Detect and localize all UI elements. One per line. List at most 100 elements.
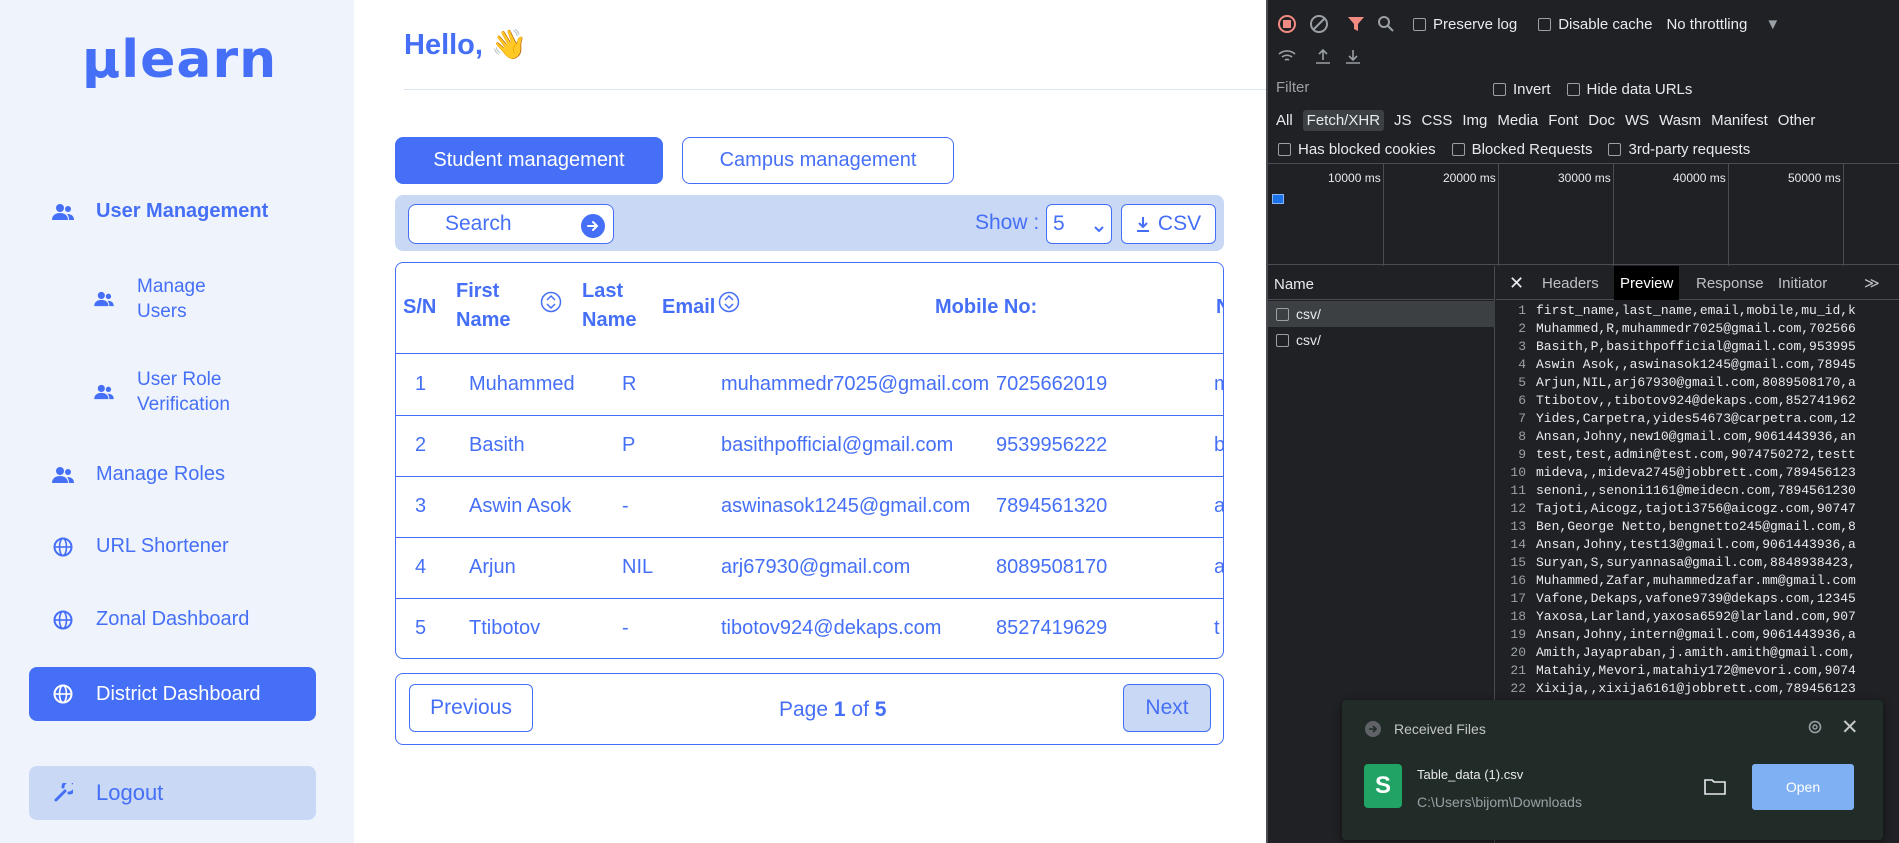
sidebar-item-label: User Role Verification xyxy=(137,369,230,415)
timeline-gridline xyxy=(1613,164,1614,266)
preview-line: 18 Yaxosa,Larland,yaxosa6592@larland.com,… xyxy=(1496,608,1899,626)
preview-line: 6 Ttibotov,,tibotov924@dekaps.com,8527419… xyxy=(1496,392,1899,410)
sidebar-item-url-shortener[interactable]: URL Shortener xyxy=(52,535,229,558)
type-filter-css[interactable]: CSS xyxy=(1422,112,1453,129)
line-text: Ansan,Johny,new10@gmail.com,9061443936,a… xyxy=(1536,429,1856,444)
tab-preview[interactable]: Preview xyxy=(1614,266,1680,300)
filter-icon[interactable] xyxy=(1347,15,1365,33)
preserve-log-checkbox[interactable] xyxy=(1413,17,1426,31)
logout-button[interactable]: Logout xyxy=(29,766,316,820)
csv-download-button[interactable]: CSV xyxy=(1121,204,1216,244)
table-row: 1 Muhammed R muhammedr7025@gmail.com 702… xyxy=(396,355,1223,416)
timeline-gridline xyxy=(1383,164,1384,266)
line-text: Matahiy,Mevori,matahiy172@mevori.com,907… xyxy=(1536,663,1856,678)
cell-email: arj67930@gmail.com xyxy=(721,556,911,578)
type-filter-font[interactable]: Font xyxy=(1548,112,1578,129)
more-tabs-icon[interactable]: ≫ xyxy=(1864,266,1880,300)
search-submit-icon[interactable] xyxy=(581,214,605,238)
table-row: 3 Aswin Asok - aswinasok1245@gmail.com 7… xyxy=(396,477,1223,538)
third-party-checkbox[interactable] xyxy=(1608,142,1622,156)
disable-cache-checkbox[interactable] xyxy=(1538,17,1552,31)
cell-truncated: a xyxy=(1214,556,1223,579)
close-icon[interactable]: ✕ xyxy=(1509,266,1524,300)
rows-per-page-select[interactable]: 5 xyxy=(1046,204,1112,244)
type-filter-img[interactable]: Img xyxy=(1462,112,1487,129)
cell-first-name: Muhammed xyxy=(469,373,575,395)
search-input[interactable] xyxy=(445,212,595,236)
current-page: 1 xyxy=(833,698,846,721)
type-filter-js[interactable]: JS xyxy=(1394,112,1412,129)
cell-truncated: t xyxy=(1214,617,1220,639)
upload-icon[interactable] xyxy=(1315,48,1331,64)
network-conditions-icon[interactable] xyxy=(1277,48,1297,64)
request-row[interactable]: csv/ xyxy=(1268,301,1495,327)
folder-icon[interactable] xyxy=(1704,777,1726,795)
sidebar-item-user-role-verification[interactable]: User Role Verification xyxy=(93,367,247,417)
request-checkbox[interactable] xyxy=(1276,307,1289,321)
network-timeline[interactable]: 10000 ms 20000 ms 30000 ms 40000 ms 5000… xyxy=(1268,163,1899,266)
sidebar-item-user-management[interactable]: User Management xyxy=(52,200,268,223)
preview-line: 19 Ansan,Johny,intern@gmail.com,906144393… xyxy=(1496,626,1899,644)
tab-headers[interactable]: Headers xyxy=(1542,266,1599,300)
type-filter-doc[interactable]: Doc xyxy=(1588,112,1615,129)
sidebar-item-manage-users[interactable]: Manage Users xyxy=(93,274,227,324)
open-file-button[interactable]: Open xyxy=(1752,764,1854,810)
cell-first-name: Arjun xyxy=(469,556,516,578)
line-text: senoni,,senoni1161@meidecn.com,789456123… xyxy=(1536,483,1856,498)
file-path: C:\Users\bijom\Downloads xyxy=(1417,794,1582,810)
tab-initiator[interactable]: Initiator xyxy=(1778,266,1827,300)
throttling-select[interactable]: No throttling xyxy=(1666,16,1747,33)
type-filter-other[interactable]: Other xyxy=(1778,112,1816,129)
filter-options: Invert Hide data URLs xyxy=(1493,80,1853,98)
column-header-email: Email xyxy=(662,296,716,318)
line-text: Muhammed,Zafar,muhammedzafar.mm@gmail.co… xyxy=(1536,573,1856,588)
next-button[interactable]: Next xyxy=(1123,684,1211,732)
invert-checkbox[interactable] xyxy=(1493,82,1506,96)
sidebar-item-district-dashboard[interactable]: District Dashboard xyxy=(29,667,316,721)
mulearn-logo: µlearn xyxy=(82,30,278,90)
users-icon xyxy=(93,288,115,310)
type-filter-manifest[interactable]: Manifest xyxy=(1711,112,1768,129)
clear-icon[interactable] xyxy=(1309,14,1329,34)
name-column-header[interactable]: Name xyxy=(1268,266,1495,300)
sidebar-item-manage-roles[interactable]: Manage Roles xyxy=(52,463,225,486)
previous-button[interactable]: Previous xyxy=(409,684,533,732)
sort-icon[interactable] xyxy=(718,291,740,313)
cell-mobile: 7025662019 xyxy=(996,373,1108,395)
blocked-requests-checkbox[interactable] xyxy=(1451,142,1465,156)
line-text: test,test,admin@test.com,9074750272,test… xyxy=(1536,447,1856,462)
column-header-first-name: First Name xyxy=(456,280,511,331)
type-filter-media[interactable]: Media xyxy=(1497,112,1538,129)
download-icon[interactable] xyxy=(1345,48,1361,64)
csv-label: CSV xyxy=(1157,212,1202,235)
cell-truncated: m xyxy=(1214,373,1223,396)
cell-last-name: R xyxy=(622,373,637,395)
close-icon[interactable]: ✕ xyxy=(1841,715,1859,740)
timeline-tick: 10000 ms xyxy=(1328,171,1381,185)
type-filter-wasm[interactable]: Wasm xyxy=(1659,112,1701,129)
preview-line: 22 Xixija,,xixija6161@jobbrett.com,789456… xyxy=(1496,680,1899,698)
filter-input[interactable]: Filter xyxy=(1276,79,1309,96)
preview-line: 8 Ansan,Johny,new10@gmail.com,9061443936,… xyxy=(1496,428,1899,446)
tab-campus-management[interactable]: Campus management xyxy=(682,137,954,184)
search-icon[interactable] xyxy=(1377,15,1395,33)
table-row: 4 Arjun NIL arj67930@gmail.com 808950817… xyxy=(396,538,1223,599)
request-row[interactable]: csv/ xyxy=(1268,327,1495,353)
has-blocked-cookies-checkbox[interactable] xyxy=(1278,142,1291,156)
request-checkbox[interactable] xyxy=(1276,333,1289,347)
globe-icon xyxy=(52,683,74,705)
type-filter-ws[interactable]: WS xyxy=(1625,112,1649,129)
table-row: 5 Ttibotov - tibotov924@dekaps.com 85274… xyxy=(396,599,1223,658)
hide-data-urls-checkbox[interactable] xyxy=(1566,82,1580,96)
tab-response[interactable]: Response xyxy=(1696,266,1764,300)
sort-icon[interactable] xyxy=(540,291,562,313)
sidebar-item-zonal-dashboard[interactable]: Zonal Dashboard xyxy=(52,608,249,631)
cell-truncated: a xyxy=(1214,495,1223,518)
type-filter-fetch-xhr[interactable]: Fetch/XHR xyxy=(1302,109,1385,131)
gear-icon[interactable] xyxy=(1806,718,1824,736)
timeline-tick: 20000 ms xyxy=(1443,171,1496,185)
type-filter-all[interactable]: All xyxy=(1276,112,1293,129)
preview-line: 21 Matahiy,Mevori,matahiy172@mevori.com,9… xyxy=(1496,662,1899,680)
record-stop-icon[interactable] xyxy=(1277,14,1297,34)
tab-student-management[interactable]: Student management xyxy=(395,137,663,184)
